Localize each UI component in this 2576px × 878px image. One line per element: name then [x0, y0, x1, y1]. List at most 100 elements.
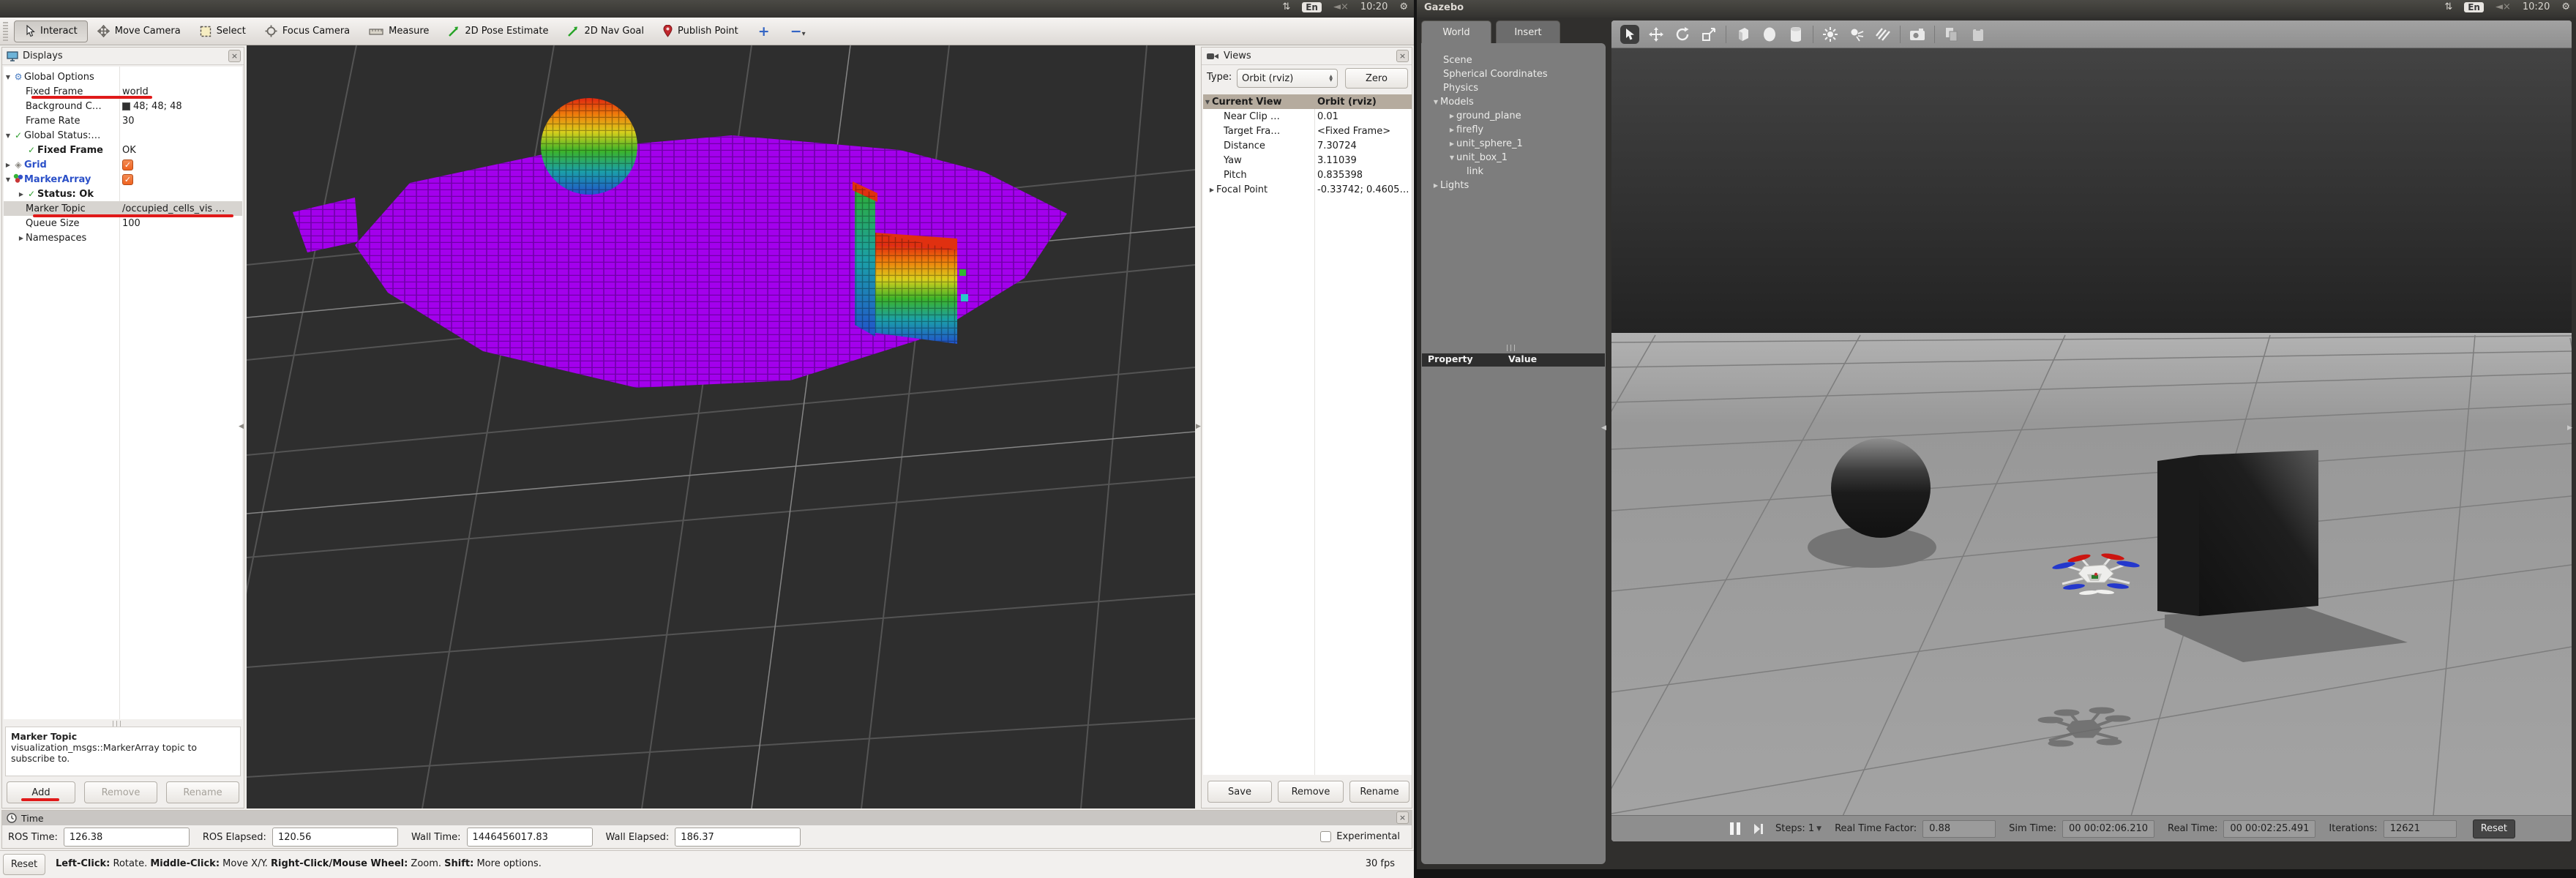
- save-view-button[interactable]: Save: [1208, 781, 1272, 803]
- spot-light-button[interactable]: [1847, 25, 1866, 44]
- gazebo-reset-button[interactable]: Reset: [2472, 819, 2516, 838]
- scale-mode-button[interactable]: [1699, 25, 1718, 44]
- value-column-header[interactable]: Value: [1508, 353, 1537, 367]
- tab-insert[interactable]: Insert: [1496, 20, 1560, 44]
- insert-cylinder-button[interactable]: [1786, 25, 1805, 44]
- point-light-button[interactable]: [1821, 25, 1840, 44]
- zero-view-button[interactable]: Zero: [1345, 68, 1408, 89]
- tree-row-global-options[interactable]: ▼ ⚙ Global Options: [4, 70, 242, 84]
- world-tree-link[interactable]: link: [1421, 165, 1606, 179]
- tree-row-grid[interactable]: ▶ ◈ Grid: [4, 157, 242, 172]
- ros-time-input[interactable]: 126.38: [63, 828, 190, 847]
- rviz-titlebar[interactable]: ⇅ En ◄× 10:20 ⚙: [0, 0, 1414, 18]
- experimental-option[interactable]: Experimental: [1320, 831, 1400, 842]
- network-icon[interactable]: ⇅: [2444, 1, 2452, 12]
- views-close-button[interactable]: ×: [1396, 50, 1409, 62]
- tab-world[interactable]: World: [1421, 20, 1491, 44]
- world-tree-spherical-coordinates[interactable]: Spherical Coordinates: [1421, 67, 1606, 81]
- translate-mode-button[interactable]: [1647, 25, 1666, 44]
- time-panel-title[interactable]: Time ×: [2, 811, 1412, 825]
- wall-time-input[interactable]: 1446456017.83: [466, 828, 593, 847]
- view-row-yaw[interactable]: Yaw 3.11039: [1203, 153, 1412, 168]
- toolbar-grip[interactable]: [3, 21, 8, 41]
- world-tree-lights[interactable]: ▶ Lights: [1421, 179, 1606, 192]
- focus-camera-tool-button[interactable]: Focus Camera: [255, 20, 359, 42]
- ros-elapsed-input[interactable]: 120.56: [272, 828, 398, 847]
- world-tree-physics[interactable]: Physics: [1421, 81, 1606, 95]
- world-tree-models[interactable]: ▼ Models: [1421, 95, 1606, 109]
- world-tree-ground-plane[interactable]: ▶ ground_plane: [1421, 109, 1606, 123]
- markerarray-enabled-checkbox[interactable]: [122, 173, 133, 185]
- insert-sphere-button[interactable]: [1760, 25, 1779, 44]
- world-tree-scene[interactable]: Scene: [1421, 53, 1606, 67]
- step-button[interactable]: [1753, 823, 1764, 835]
- muted-speaker-icon[interactable]: ◄×: [1333, 1, 1349, 12]
- muted-speaker-icon[interactable]: ◄×: [2496, 1, 2511, 12]
- tree-row-marker-topic[interactable]: Marker Topic /occupied_cells_vis …: [4, 201, 242, 216]
- tree-row-namespaces[interactable]: ▶ Namespaces: [4, 230, 242, 245]
- rotate-mode-button[interactable]: [1673, 25, 1692, 44]
- property-column-header[interactable]: Property: [1428, 353, 1508, 367]
- remove-view-button[interactable]: Remove: [1278, 781, 1344, 803]
- time-panel-close-button[interactable]: ×: [1396, 811, 1409, 824]
- wall-elapsed-input[interactable]: 186.37: [675, 828, 801, 847]
- spinner-arrows-icon[interactable]: ▲ ▼: [1329, 75, 1333, 83]
- tree-row-marker-status[interactable]: ▶ ✓ Status: Ok: [4, 187, 242, 201]
- gear-menu-icon[interactable]: ⚙: [1399, 1, 1408, 12]
- screenshot-button[interactable]: [1908, 25, 1927, 44]
- clock-indicator[interactable]: 10:20: [1360, 1, 1388, 12]
- pose-estimate-tool-button[interactable]: 2D Pose Estimate: [438, 20, 558, 42]
- tree-row-markerarray[interactable]: ▼ MarkerArray: [4, 172, 242, 187]
- clock-indicator[interactable]: 10:20: [2523, 1, 2550, 12]
- paste-button[interactable]: [1969, 25, 1988, 44]
- views-panel-title[interactable]: Views ×: [1202, 48, 1412, 65]
- gear-menu-icon[interactable]: ⚙: [2561, 1, 2570, 12]
- reset-button[interactable]: Reset: [3, 854, 45, 875]
- world-tree-firefly[interactable]: ▶ firefly: [1421, 123, 1606, 137]
- experimental-checkbox[interactable]: [1320, 831, 1332, 842]
- world-tree-unit-sphere[interactable]: ▶ unit_sphere_1: [1421, 137, 1606, 151]
- view-row-distance[interactable]: Distance 7.30724: [1203, 138, 1412, 153]
- view-type-select[interactable]: Orbit (rviz) ▲ ▼: [1237, 69, 1338, 88]
- view-row-near-clip[interactable]: Near Clip … 0.01: [1203, 109, 1412, 124]
- view-row-focal-point[interactable]: ▶ Focal Point -0.33742; 0.4605…: [1203, 182, 1412, 197]
- select-tool-button[interactable]: Select: [190, 20, 255, 42]
- rename-display-button[interactable]: Rename: [166, 781, 239, 803]
- move-camera-tool-button[interactable]: Move Camera: [88, 20, 190, 42]
- copy-button[interactable]: [1942, 25, 1961, 44]
- displays-panel-title[interactable]: Displays ×: [2, 48, 244, 65]
- pause-button[interactable]: [1730, 822, 1740, 835]
- view-row-pitch[interactable]: Pitch 0.835398: [1203, 168, 1412, 182]
- interact-tool-button[interactable]: Interact: [14, 20, 88, 42]
- tree-row-frame-rate[interactable]: Frame Rate 30: [4, 113, 242, 128]
- tree-row-queue-size[interactable]: Queue Size 100: [4, 216, 242, 230]
- world-tree-unit-box[interactable]: ▼ unit_box_1: [1421, 151, 1606, 165]
- rename-view-button[interactable]: Rename: [1349, 781, 1409, 803]
- tree-row-background-color[interactable]: Background C… 48; 48; 48: [4, 99, 242, 113]
- dock-arrow-right[interactable]: ▶: [1196, 423, 1201, 430]
- keyboard-indicator[interactable]: En: [2464, 1, 2484, 12]
- dock-arrow-left[interactable]: ◀: [1601, 424, 1606, 432]
- add-tool-button[interactable]: +: [748, 23, 780, 40]
- view-row-target-frame[interactable]: Target Fra… <Fixed Frame>: [1203, 124, 1412, 138]
- gazebo-panel-splitter[interactable]: |||: [1506, 345, 1517, 352]
- view-row-current[interactable]: ▼ Current View Orbit (rviz): [1203, 94, 1412, 109]
- steps-label[interactable]: Steps: 1: [1775, 823, 1814, 834]
- gazebo-titlebar[interactable]: Gazebo ⇅ En ◄× 10:20 ⚙: [1417, 0, 2576, 18]
- grid-enabled-checkbox[interactable]: [122, 159, 133, 170]
- gazebo-3d-viewport[interactable]: Steps: 1 ▼ Real Time Factor: 0.88 Sim Ti…: [1611, 20, 2572, 841]
- remove-tool-button[interactable]: −▾: [780, 23, 816, 40]
- steps-dropdown-arrow[interactable]: ▼: [1816, 825, 1821, 833]
- select-mode-button[interactable]: [1620, 24, 1639, 44]
- insert-box-button[interactable]: [1734, 25, 1753, 44]
- nav-goal-tool-button[interactable]: 2D Nav Goal: [558, 20, 654, 42]
- tree-row-fixed-frame-status[interactable]: ✓ Fixed Frame OK: [4, 143, 242, 157]
- dock-arrow-left[interactable]: ◀: [239, 423, 244, 430]
- rviz-3d-viewport[interactable]: [247, 45, 1195, 808]
- directional-light-button[interactable]: [1873, 25, 1892, 44]
- network-icon[interactable]: ⇅: [1282, 1, 1290, 12]
- keyboard-indicator[interactable]: En: [1302, 1, 1322, 12]
- tree-row-global-status[interactable]: ▼ ✓ Global Status:…: [4, 128, 242, 143]
- measure-tool-button[interactable]: Measure: [359, 20, 438, 42]
- remove-display-button[interactable]: Remove: [84, 781, 157, 803]
